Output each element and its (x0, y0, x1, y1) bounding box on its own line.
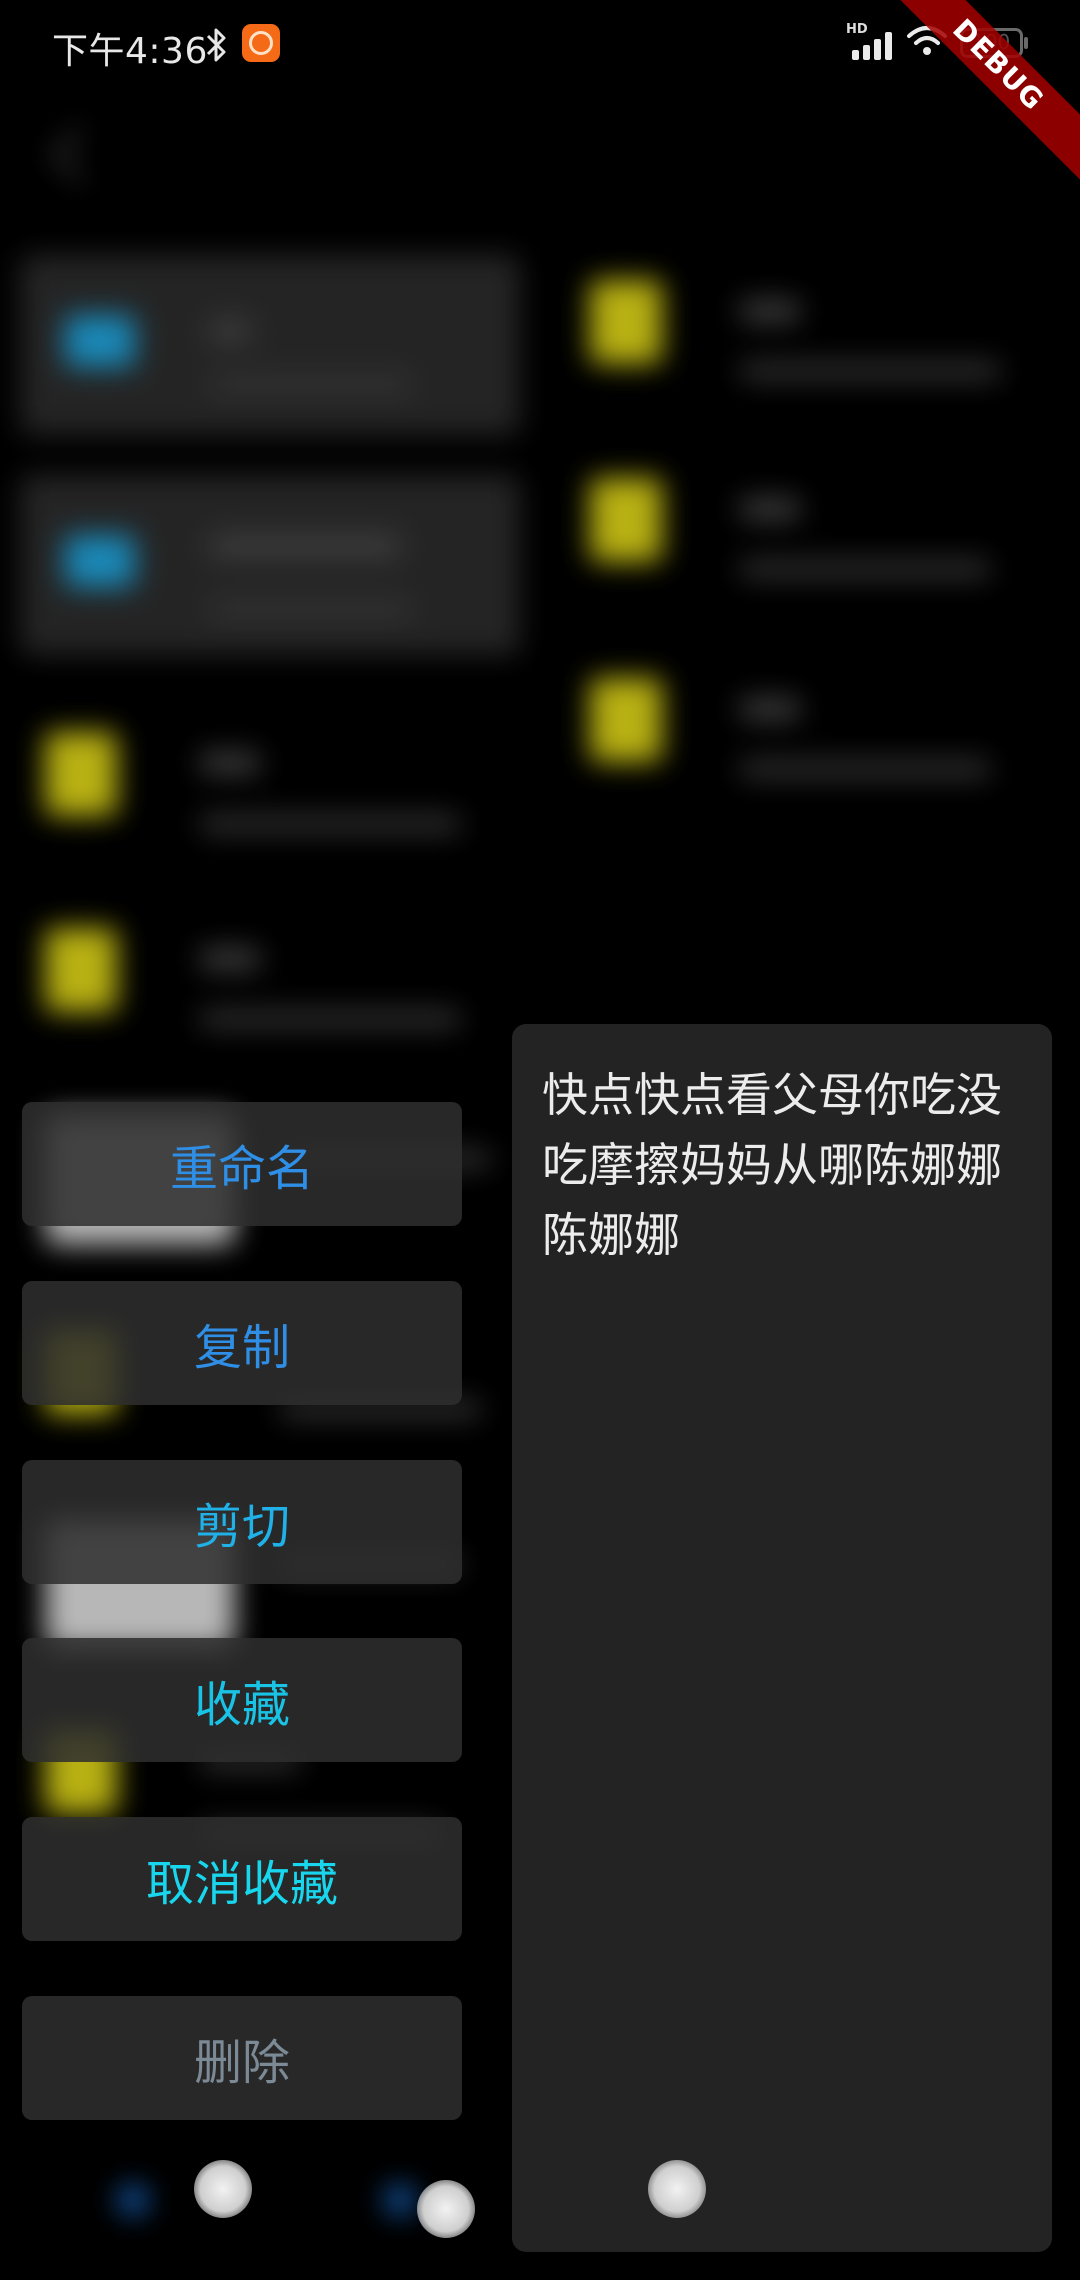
file-icon (45, 732, 117, 816)
background-line (740, 760, 990, 778)
background-line (740, 498, 800, 520)
copy-button[interactable]: 复制 (22, 1281, 462, 1405)
cut-button[interactable]: 剪切 (22, 1460, 462, 1584)
background-line (210, 375, 410, 393)
background-line (740, 300, 800, 322)
background-line (740, 362, 1000, 380)
background-line (200, 948, 260, 970)
unfavorite-button[interactable]: 取消收藏 (22, 1817, 462, 1941)
file-icon (45, 928, 117, 1012)
file-icon (590, 478, 662, 562)
status-time: 下午4:36 (52, 31, 208, 72)
bluetooth-icon (206, 28, 226, 62)
background-line (200, 752, 260, 774)
background-line (200, 1010, 460, 1028)
file-icon (590, 280, 662, 364)
rename-button[interactable]: 重命名 (22, 1102, 462, 1226)
nav-indicator-dot (417, 2180, 475, 2238)
preview-text: 快点快点看父母你吃没吃摩擦妈妈从哪陈娜娜陈娜娜 (542, 1068, 1002, 1262)
file-preview-panel: 快点快点看父母你吃没吃摩擦妈妈从哪陈娜娜陈娜娜 (512, 1024, 1052, 2252)
app-notification-icon (242, 24, 280, 62)
background-line (740, 560, 990, 578)
signal-icon (852, 32, 892, 60)
bottom-tab-dot (385, 2185, 415, 2215)
delete-button[interactable]: 删除 (22, 1996, 462, 2120)
background-line (740, 698, 800, 720)
bottom-tab-dot (118, 2185, 148, 2215)
file-icon (590, 678, 662, 762)
background-title (490, 120, 600, 180)
back-arrow-icon (51, 126, 109, 184)
folder-icon (65, 535, 135, 587)
favorite-button[interactable]: 收藏 (22, 1638, 462, 1762)
nav-indicator-dot (194, 2160, 252, 2218)
background-line (210, 320, 250, 342)
background-line (210, 600, 410, 618)
screen: 下午4:36 HD 100 DEBUG 重命名 复制 剪切 收藏 取消收藏 删除 (0, 0, 1080, 2280)
background-line (210, 535, 400, 557)
nav-indicator-dot (648, 2160, 706, 2218)
folder-icon (65, 315, 135, 367)
background-line (200, 815, 460, 833)
